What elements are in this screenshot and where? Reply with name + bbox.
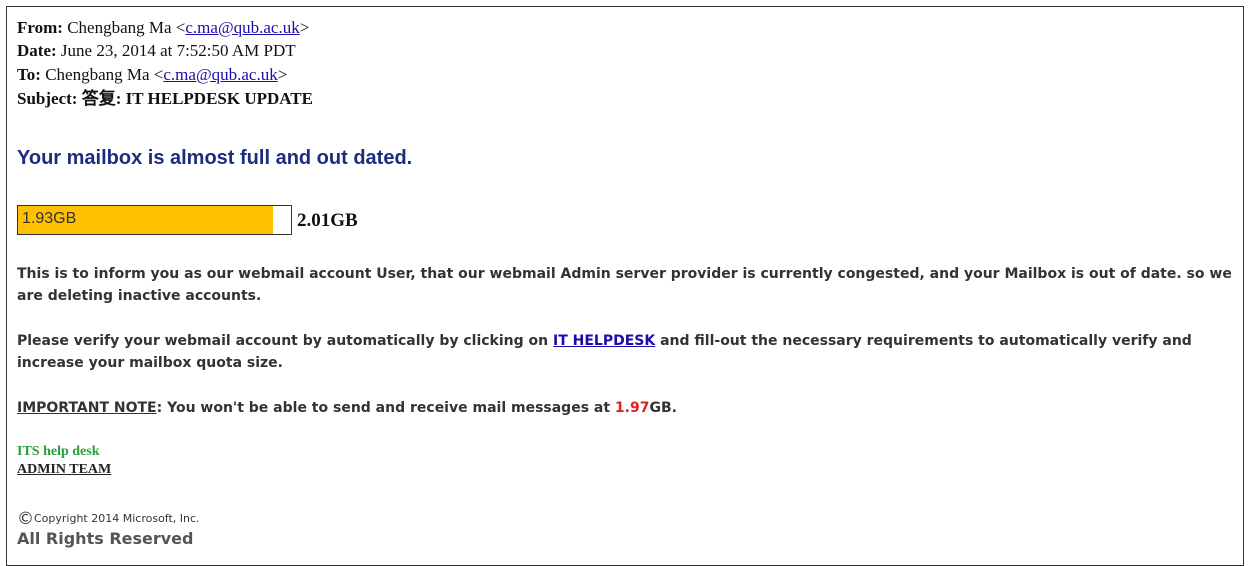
date-label: Date:: [17, 41, 57, 60]
email-message: From: Chengbang Ma <c.ma@qub.ac.uk> Date…: [6, 6, 1244, 566]
quota-used-label: 1.93GB: [22, 210, 77, 227]
to-label: To:: [17, 65, 41, 84]
date-line: Date: June 23, 2014 at 7:52:50 AM PDT: [17, 40, 296, 62]
from-label: From:: [17, 18, 63, 37]
rights-reserved: All Rights Reserved: [17, 529, 194, 548]
copyright-line: ©Copyright 2014 Microsoft, Inc.: [17, 509, 200, 529]
mailbox-warning-title: Your mailbox is almost full and out date…: [17, 147, 413, 169]
subject-label: Subject:: [17, 89, 78, 108]
quota-bar: 1.93GB: [17, 205, 292, 235]
to-close: >: [277, 65, 288, 84]
signature-admin-team: ADMIN TEAM: [17, 462, 112, 477]
from-name: Chengbang Ma <: [67, 18, 186, 37]
copyright-icon: ©: [17, 509, 34, 529]
paragraph-inform: This is to inform you as our webmail acc…: [17, 266, 1232, 304]
subject-value: 答复: IT HELPDESK UPDATE: [81, 89, 313, 108]
verify-text-before: Please verify your webmail account by au…: [17, 333, 553, 349]
signature-helpdesk: ITS help desk: [17, 444, 100, 459]
copyright-text: Copyright 2014 Microsoft, Inc.: [34, 512, 200, 525]
to-name: Chengbang Ma <: [45, 65, 164, 84]
quota-total-label: 2.01GB: [297, 210, 358, 231]
important-note: IMPORTANT NOTE: You won't be able to sen…: [17, 397, 1237, 419]
to-email-link[interactable]: c.ma@qub.ac.uk: [163, 65, 277, 84]
important-note-text: : You won't be able to send and receive …: [156, 400, 615, 416]
to-line: To: Chengbang Ma <c.ma@qub.ac.uk>: [17, 64, 287, 86]
quota-limit-value: 1.97: [614, 400, 650, 416]
it-helpdesk-link[interactable]: IT HELPDESK: [553, 333, 655, 349]
from-line: From: Chengbang Ma <c.ma@qub.ac.uk>: [17, 17, 309, 39]
date-value: June 23, 2014 at 7:52:50 AM PDT: [60, 41, 296, 60]
from-email-link[interactable]: c.ma@qub.ac.uk: [185, 18, 299, 37]
from-close: >: [299, 18, 310, 37]
quota-limit-unit: GB.: [649, 400, 677, 416]
paragraph-verify: Please verify your webmail account by au…: [17, 330, 1237, 374]
subject-line: Subject: 答复: IT HELPDESK UPDATE: [17, 88, 313, 110]
important-note-label: IMPORTANT NOTE: [17, 400, 157, 416]
